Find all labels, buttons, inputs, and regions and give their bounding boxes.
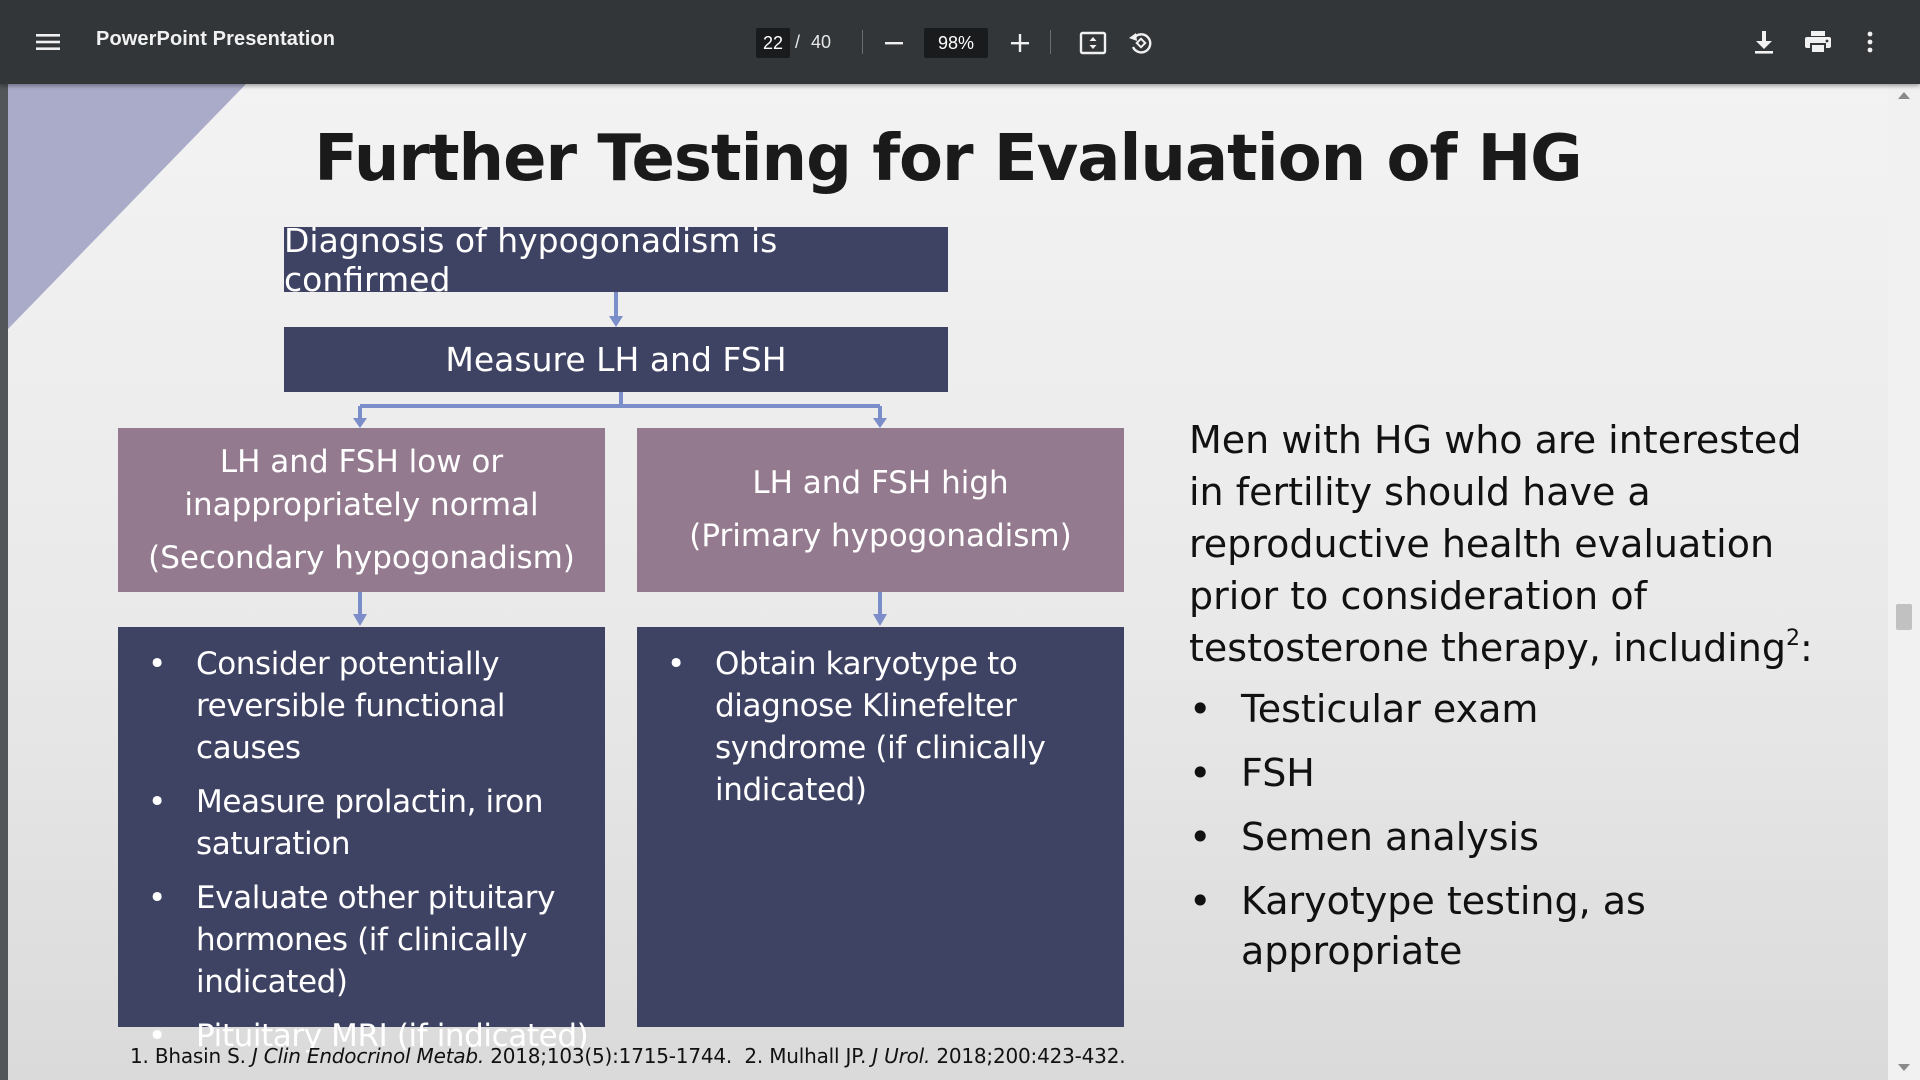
fertility-evaluation-list: • Testicular exam • FSH • Semen analysis • K…: [1189, 684, 1839, 976]
citation-superscript: 2: [1785, 626, 1800, 651]
page-separator: /: [795, 32, 801, 52]
secondary-actions-list: • Consider potentially reversible functio…: [118, 643, 605, 1057]
list-item: • Testicular exam: [1189, 687, 1539, 731]
scroll-up-arrow-icon[interactable]: [1898, 92, 1910, 99]
primary-line-2: (Primary hypogonadism): [689, 518, 1072, 554]
secondary-actions-box: • Consider potentially reversible functio…: [118, 627, 605, 1054]
toolbar-divider: [862, 30, 863, 54]
document-title: PowerPoint Presentation: [96, 28, 336, 50]
plus-icon[interactable]: [1004, 28, 1036, 58]
primary-hypogonadism-box: LH and FSH high (Primary hypogonadism): [637, 428, 1124, 592]
list-item: • Karyotype testing, as appropriate: [1189, 879, 1646, 973]
scroll-down-arrow-icon[interactable]: [1898, 1064, 1910, 1071]
list-item: • Semen analysis: [1189, 815, 1539, 859]
secondary-line-2: inappropriately normal: [184, 486, 539, 523]
list-item: • FSH: [1189, 751, 1315, 795]
current-page-input[interactable]: 22: [756, 28, 790, 58]
primary-actions-list: • Obtain karyotype to diagnose Klinefelte…: [637, 643, 1124, 811]
list-item: • Measure prolactin, iron saturation: [148, 784, 544, 862]
minus-icon[interactable]: [878, 28, 910, 58]
list-item: • Consider potentially reversible functio…: [148, 646, 506, 766]
references: 1. Bhasin S. J Clin Endocrinol Metab. 20…: [130, 1044, 1126, 1068]
secondary-line-3: (Secondary hypogonadism): [148, 539, 575, 576]
secondary-line-1: LH and FSH low or: [219, 443, 504, 480]
print-icon[interactable]: [1800, 26, 1836, 58]
secondary-hypogonadism-box: LH and FSH low or inappropriately normal…: [118, 428, 605, 592]
fertility-evaluation-text: Men with HG who are interested in fertil…: [1189, 414, 1839, 990]
primary-line-1: LH and FSH high: [752, 465, 1009, 501]
total-pages: 40: [811, 32, 832, 52]
zoom-level-input[interactable]: 98%: [924, 28, 988, 58]
vertical-scrollbar[interactable]: [1888, 84, 1920, 1080]
pdf-toolbar: PowerPoint Presentation 22 / 40 98%: [0, 0, 1920, 84]
list-item: • Obtain karyotype to diagnose Klinefelte…: [667, 646, 1046, 808]
more-vertical-icon[interactable]: [1856, 26, 1884, 58]
hamburger-menu-icon[interactable]: [30, 26, 66, 58]
primary-actions-box: • Obtain karyotype to diagnose Klinefelte…: [637, 627, 1124, 1027]
download-icon[interactable]: [1748, 26, 1780, 58]
fit-to-page-icon[interactable]: [1076, 26, 1110, 60]
toolbar-divider: [1050, 30, 1051, 54]
scrollbar-thumb[interactable]: [1896, 604, 1912, 630]
rotate-counterclockwise-icon[interactable]: [1124, 26, 1158, 60]
slide-page: Further Testing for Evaluation of HG Dia…: [8, 84, 1888, 1080]
fertility-intro: Men with HG who are interested in fertil…: [1189, 418, 1813, 670]
list-item: • Evaluate other pituitary hormones (if c…: [148, 880, 556, 1000]
